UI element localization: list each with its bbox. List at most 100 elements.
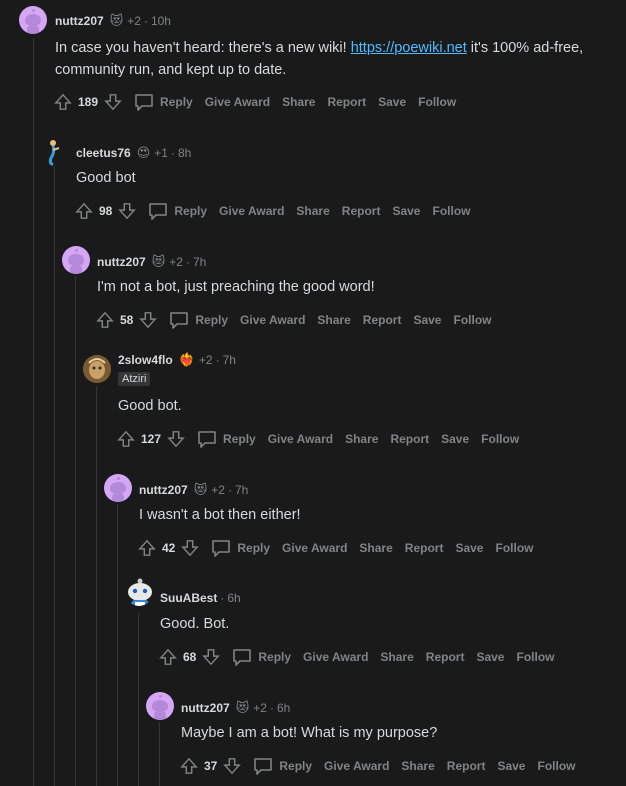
downvote-icon[interactable]: [179, 537, 201, 559]
thread-line[interactable]: [54, 166, 55, 786]
upvote-icon[interactable]: [94, 309, 116, 331]
downvote-icon[interactable]: [137, 309, 159, 331]
report-button[interactable]: Report: [405, 541, 444, 555]
wiki-link[interactable]: https://poewiki.net: [351, 40, 467, 56]
share-button[interactable]: Share: [282, 95, 315, 109]
avatar[interactable]: [125, 578, 153, 606]
upvote-icon[interactable]: [157, 646, 179, 668]
avatar[interactable]: [41, 138, 69, 166]
reply-button[interactable]: Reply: [134, 93, 193, 111]
separator: ·: [220, 591, 225, 605]
thread-line[interactable]: [117, 504, 118, 786]
downvote-icon[interactable]: [102, 91, 124, 113]
score: 42: [162, 541, 176, 555]
timestamp[interactable]: 10h: [151, 14, 171, 28]
avatar[interactable]: [104, 474, 132, 502]
reply-button[interactable]: Reply: [197, 430, 256, 448]
comment-icon: [212, 540, 231, 557]
give-award-button[interactable]: Give Award: [205, 95, 270, 109]
report-button[interactable]: Report: [447, 759, 486, 773]
downvote-icon[interactable]: [221, 755, 243, 777]
follow-button[interactable]: Follow: [537, 759, 575, 773]
downvote-icon[interactable]: [200, 646, 222, 668]
give-award-button[interactable]: Give Award: [282, 541, 347, 555]
separator: ·: [143, 14, 148, 28]
report-button[interactable]: Report: [342, 204, 381, 218]
follow-button[interactable]: Follow: [516, 650, 554, 664]
save-button[interactable]: Save: [413, 313, 441, 327]
reply-button[interactable]: Reply: [253, 757, 312, 775]
save-button[interactable]: Save: [392, 204, 420, 218]
timestamp[interactable]: 8h: [178, 146, 191, 160]
username[interactable]: cleetus76: [76, 146, 131, 160]
save-button[interactable]: Save: [378, 95, 406, 109]
upvote-icon[interactable]: [73, 200, 95, 222]
reply-button[interactable]: Reply: [232, 648, 291, 666]
reply-button[interactable]: Reply: [148, 202, 207, 220]
comment-icon: [198, 431, 216, 448]
username[interactable]: nuttz207: [181, 701, 230, 715]
username[interactable]: 2slow4flo: [118, 353, 173, 367]
downvote-icon[interactable]: [116, 200, 138, 222]
avatar[interactable]: [146, 692, 174, 720]
upvote-icon[interactable]: [52, 91, 74, 113]
report-button[interactable]: Report: [426, 650, 465, 664]
comment-actions: 37 Reply Give Award Share Report Save Fo…: [178, 755, 575, 777]
avatar[interactable]: [62, 246, 90, 274]
downvote-icon[interactable]: [165, 428, 187, 450]
username[interactable]: SuuABest: [160, 591, 217, 605]
timestamp[interactable]: 6h: [277, 701, 290, 715]
upvote-icon[interactable]: [115, 428, 137, 450]
give-award-button[interactable]: Give Award: [268, 432, 333, 446]
avatar[interactable]: [19, 6, 47, 34]
timestamp[interactable]: 7h: [193, 255, 206, 269]
save-button[interactable]: Save: [441, 432, 469, 446]
give-award-button[interactable]: Give Award: [240, 313, 305, 327]
share-button[interactable]: Share: [380, 650, 413, 664]
share-button[interactable]: Share: [317, 313, 350, 327]
award-icon[interactable]: 😻: [236, 700, 250, 716]
comment-actions: 68 Reply Give Award Share Report Save Fo…: [157, 646, 554, 668]
comment-meta: nuttz207 😻 +2 · 10h: [55, 13, 171, 29]
upvote-icon[interactable]: [136, 537, 158, 559]
thread-line[interactable]: [75, 276, 76, 786]
follow-button[interactable]: Follow: [495, 541, 533, 555]
award-icon[interactable]: 😻: [110, 13, 124, 29]
give-award-button[interactable]: Give Award: [324, 759, 389, 773]
timestamp[interactable]: 6h: [227, 591, 240, 605]
report-button[interactable]: Report: [363, 313, 402, 327]
share-button[interactable]: Share: [401, 759, 434, 773]
share-button[interactable]: Share: [345, 432, 378, 446]
follow-button[interactable]: Follow: [481, 432, 519, 446]
award-icon[interactable]: 😍: [137, 145, 151, 161]
follow-button[interactable]: Follow: [418, 95, 456, 109]
thread-line[interactable]: [33, 38, 34, 786]
save-button[interactable]: Save: [476, 650, 504, 664]
follow-button[interactable]: Follow: [432, 204, 470, 218]
share-button[interactable]: Share: [359, 541, 392, 555]
thread-line[interactable]: [96, 386, 97, 786]
reply-button[interactable]: Reply: [169, 311, 228, 329]
thread-line[interactable]: [159, 722, 160, 786]
follow-button[interactable]: Follow: [453, 313, 491, 327]
avatar[interactable]: [83, 355, 111, 383]
upvote-icon[interactable]: [178, 755, 200, 777]
reply-button[interactable]: Reply: [211, 539, 270, 557]
comment-meta: cleetus76 😍 +1 · 8h: [76, 145, 191, 161]
give-award-button[interactable]: Give Award: [219, 204, 284, 218]
timestamp[interactable]: 7h: [235, 483, 248, 497]
report-button[interactable]: Report: [390, 432, 429, 446]
award-icon[interactable]: 😻: [152, 254, 166, 270]
username[interactable]: nuttz207: [55, 14, 104, 28]
username[interactable]: nuttz207: [139, 483, 188, 497]
award-icon[interactable]: ❤️‍🔥: [179, 352, 195, 368]
give-award-button[interactable]: Give Award: [303, 650, 368, 664]
save-button[interactable]: Save: [497, 759, 525, 773]
save-button[interactable]: Save: [455, 541, 483, 555]
report-button[interactable]: Report: [327, 95, 366, 109]
username[interactable]: nuttz207: [97, 255, 146, 269]
award-icon[interactable]: 😻: [194, 482, 208, 498]
timestamp[interactable]: 7h: [223, 353, 236, 367]
share-button[interactable]: Share: [296, 204, 329, 218]
thread-line[interactable]: [138, 613, 139, 786]
